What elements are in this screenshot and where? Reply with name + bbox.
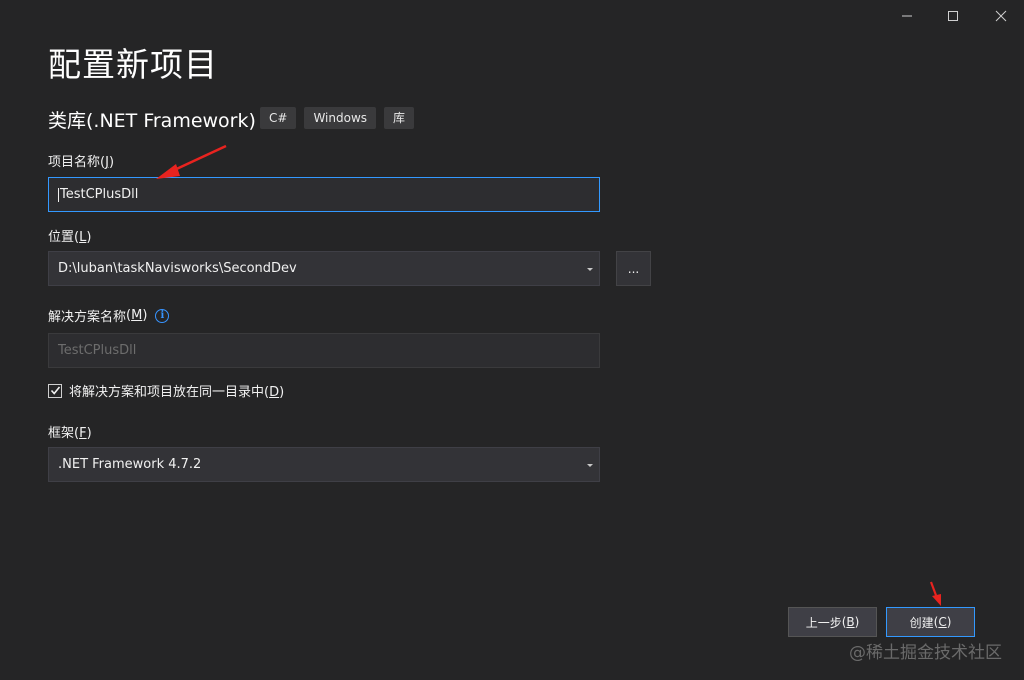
project-name-label: 项目名称(J) xyxy=(48,155,115,170)
tag-language: C# xyxy=(260,107,297,129)
location-combobox[interactable]: D:\luban\taskNavisworks\SecondDev xyxy=(48,251,600,286)
back-button[interactable]: 上一步(B) xyxy=(788,607,877,637)
info-icon[interactable]: i xyxy=(155,308,170,323)
check-icon xyxy=(50,386,60,395)
solution-name-placeholder: TestCPlusDll xyxy=(58,343,137,358)
tag-type: 库 xyxy=(384,107,415,129)
template-tags: C# Windows 库 xyxy=(260,107,415,129)
framework-label: 框架(F) xyxy=(48,426,92,441)
maximize-icon xyxy=(948,11,958,21)
watermark: @稀土掘金技术社区 xyxy=(849,643,1002,663)
location-label: 位置(L) xyxy=(48,230,92,245)
project-template-name: 类库(.NET Framework) xyxy=(48,110,256,132)
same-directory-checkbox[interactable] xyxy=(48,383,62,398)
maximize-button[interactable] xyxy=(936,1,970,31)
browse-button[interactable]: ... xyxy=(616,251,651,286)
chevron-down-icon xyxy=(587,267,593,271)
chevron-down-icon xyxy=(587,463,593,467)
project-name-value: TestCPlusDll xyxy=(60,187,139,202)
tag-platform: Windows xyxy=(304,107,377,129)
create-button[interactable]: 创建(C) xyxy=(886,607,975,637)
solution-name-label: 解决方案名称(M) i xyxy=(48,306,170,325)
project-name-input[interactable]: TestCPlusDll xyxy=(48,177,600,212)
same-directory-option[interactable]: 将解决方案和项目放在同一目录中(D) xyxy=(48,381,284,400)
text-caret xyxy=(58,187,59,202)
close-icon xyxy=(995,10,1007,22)
close-button[interactable] xyxy=(984,1,1018,31)
browse-label: ... xyxy=(627,262,640,276)
same-directory-label: 将解决方案和项目放在同一目录中(D) xyxy=(69,385,285,400)
arrow-annotation-icon xyxy=(156,144,227,179)
framework-combobox[interactable]: .NET Framework 4.7.2 xyxy=(48,447,600,482)
arrow-annotation-icon xyxy=(929,581,941,606)
page-title: 配置新项目 xyxy=(48,45,218,84)
minimize-button[interactable] xyxy=(890,1,924,31)
framework-value: .NET Framework 4.7.2 xyxy=(58,457,202,472)
location-value: D:\luban\taskNavisworks\SecondDev xyxy=(58,261,297,276)
solution-name-input: TestCPlusDll xyxy=(48,333,600,368)
minimize-icon xyxy=(902,15,912,17)
